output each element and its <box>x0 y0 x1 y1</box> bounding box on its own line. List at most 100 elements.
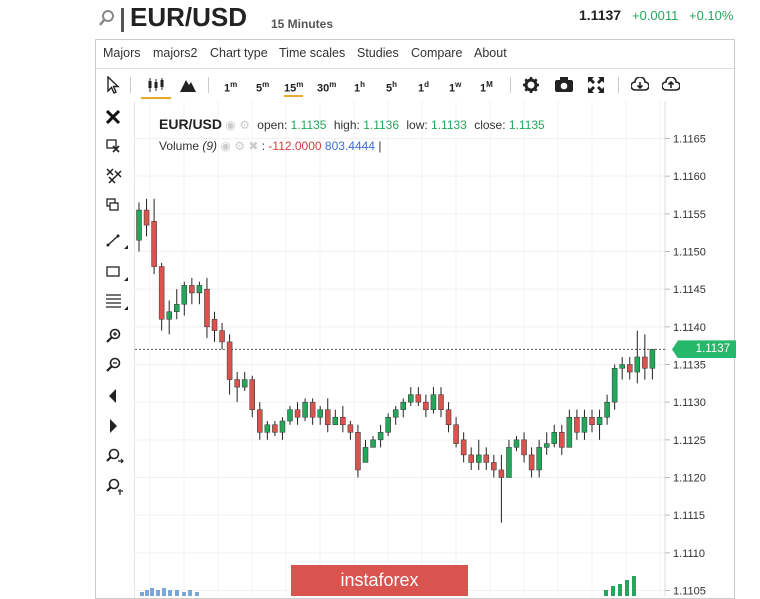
candle-body <box>302 401 308 418</box>
axis-tick-label: 1.1160 <box>673 171 706 183</box>
volume-label: Volume <box>159 139 200 153</box>
candle-body <box>181 285 188 305</box>
chart-grid <box>135 101 665 596</box>
candle-body <box>506 447 512 478</box>
candle-body <box>611 368 618 403</box>
settings-icon[interactable]: ⚙ <box>234 139 245 153</box>
candle-body <box>604 401 610 418</box>
candle-body <box>438 394 444 410</box>
axis-tick-label: 1.1150 <box>673 247 706 259</box>
candle-body <box>174 303 180 313</box>
volume-bar <box>618 584 622 596</box>
volume-separator: : <box>261 139 266 153</box>
candle-body <box>619 364 625 369</box>
candle-body <box>385 416 391 433</box>
volume-bar <box>168 590 172 596</box>
candle-body <box>581 416 588 433</box>
volume-bar <box>150 588 154 596</box>
close-value: 1.1135 <box>508 118 545 132</box>
candle-body <box>355 432 361 471</box>
candle-body <box>566 416 573 448</box>
candle-body <box>408 394 414 403</box>
candle-body <box>211 319 218 331</box>
volume-bar <box>195 592 199 596</box>
candle-body <box>415 394 422 403</box>
candle-body <box>317 409 323 418</box>
candle-body <box>377 432 384 441</box>
candle-body <box>392 409 399 418</box>
candle-body <box>627 364 633 373</box>
volume-bar <box>156 590 160 596</box>
candle-body <box>370 439 376 448</box>
candle-body <box>249 379 255 410</box>
low-label: low: <box>406 118 428 132</box>
volume-bar <box>604 590 608 596</box>
candle-body <box>196 285 203 294</box>
candle-body <box>219 330 225 343</box>
candle-body <box>294 409 301 418</box>
axis-tick-label: 1.1135 <box>673 360 706 372</box>
volume-bar <box>611 586 615 596</box>
candle-body <box>642 356 648 369</box>
volume-bar <box>625 580 629 596</box>
candle-body <box>521 439 527 456</box>
candle-body <box>332 416 339 426</box>
candle-body <box>513 439 520 448</box>
low-value: 1.1133 <box>431 118 467 132</box>
price-axis-ticks: 1.1165 1.1160 1.1155 1.1150 1.1145 1.1140 1.11… <box>665 134 706 597</box>
candle-body <box>264 424 271 433</box>
candles <box>136 198 656 523</box>
candle-body <box>400 401 406 410</box>
candle-body <box>166 311 172 320</box>
candle-body <box>136 209 142 241</box>
volume-period: (9) <box>202 139 218 153</box>
volume-positive-value: 803.4444 <box>324 139 375 153</box>
close-label: close: <box>474 118 506 132</box>
eye-icon[interactable]: ◉ <box>220 139 230 153</box>
candle-body <box>234 379 240 388</box>
candle-body <box>340 416 346 426</box>
candle-body <box>189 285 195 294</box>
candle-body <box>241 379 248 388</box>
close-icon[interactable]: ✖ <box>248 139 258 153</box>
legend-symbol: EUR/USD <box>159 116 223 132</box>
candle-body <box>483 454 490 463</box>
volume-bar <box>175 590 179 596</box>
candle-body <box>204 288 210 328</box>
candle-body <box>476 454 482 463</box>
candle-body <box>309 401 316 418</box>
candle-body <box>272 424 278 433</box>
candle-body <box>151 221 157 267</box>
candle-body <box>551 432 557 444</box>
candle-body <box>596 416 603 426</box>
candle-body <box>158 266 165 320</box>
candle-body <box>559 432 565 448</box>
volume-bar <box>632 576 636 596</box>
volume-legend: Volume (9) ◉ ⚙ ✖ : -112.0000 803.4444 | <box>159 139 381 153</box>
axis-tick-label: 1.1145 <box>673 284 706 296</box>
candle-body <box>423 401 429 410</box>
open-label: open: <box>257 118 288 132</box>
candle-body <box>574 416 580 433</box>
candle-body <box>536 447 542 471</box>
settings-icon[interactable]: ⚙ <box>239 118 250 132</box>
high-value: 1.1136 <box>363 118 400 132</box>
price-chart[interactable]: 1.1165 1.1160 1.1155 1.1150 1.1145 1.1140 1.11… <box>0 0 760 596</box>
eye-icon[interactable]: ◉ <box>225 118 235 132</box>
volume-cursor: | <box>378 139 382 153</box>
ohlc-legend: EUR/USD ◉ ⚙ open: 1.1135 high: 1.1136 lo… <box>159 116 545 132</box>
axis-tick-label: 1.1105 <box>673 586 706 597</box>
volume-bar <box>188 590 192 596</box>
candle-body <box>468 454 474 463</box>
volume-bar <box>140 592 144 596</box>
candle-body <box>453 424 459 444</box>
candle-body <box>362 447 369 463</box>
candle-body <box>143 209 150 226</box>
candle-body <box>430 394 437 410</box>
volume-bar <box>162 588 166 596</box>
candle-body <box>226 341 233 380</box>
axis-tick-label: 1.1140 <box>673 322 706 334</box>
candle-body <box>649 349 656 369</box>
axis-tick-label: 1.1110 <box>673 548 705 560</box>
axis-tick-label: 1.1155 <box>673 209 706 221</box>
